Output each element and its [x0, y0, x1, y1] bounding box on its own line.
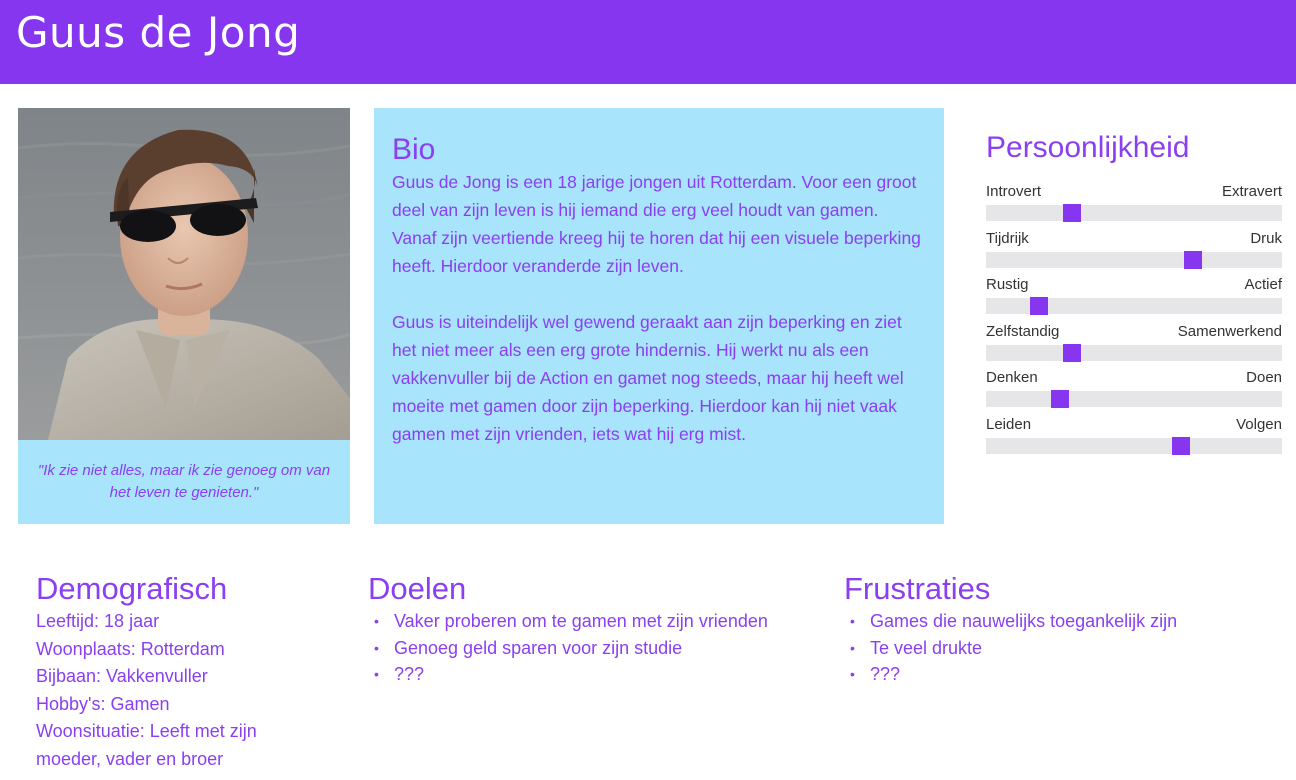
frustration-item: Te veel drukte [844, 635, 1284, 662]
trait-slider: Introvert Extravert [986, 182, 1282, 229]
goals-section: Doelen Vaker proberen om te gamen met zi… [368, 570, 838, 688]
demographic-line: Woonsituatie: Leeft met zijn [36, 721, 257, 741]
trait-right-label: Doen [1246, 369, 1282, 386]
trait-marker [1062, 343, 1081, 362]
trait-slider: Denken Doen [986, 368, 1282, 415]
trait-marker [1062, 204, 1081, 222]
trait-marker [1030, 297, 1049, 315]
demographic-line: Woonplaats: Rotterdam [36, 638, 225, 659]
personality-panel: Persoonlijkheid Introvert Extravert Tijdri… [986, 128, 1282, 461]
trait-slider: Leiden Volgen [986, 415, 1282, 462]
bio-paragraph: Guus is uiteindelijk wel gewend geraakt … [392, 312, 904, 444]
trait-left-label: Leiden [986, 415, 1032, 433]
bio-heading: Bio [392, 133, 436, 166]
trait-track [986, 436, 1282, 455]
photo-card: "Ik zie niet alles, maar ik zie genoeg o… [18, 108, 350, 524]
trait-track [986, 297, 1282, 315]
trait-left-label: Introvert [986, 183, 1042, 200]
frustrations-section: Frustraties Games die nauwelijks toegank… [844, 570, 1284, 688]
trait-labels: Leiden Volgen [986, 415, 1282, 435]
trait-right-label: Volgen [1236, 415, 1282, 433]
goals-list: Vaker proberen om te gamen met zijn vrie… [368, 608, 838, 688]
trait-left-label: Rustig [986, 276, 1029, 293]
trait-marker [1184, 250, 1203, 269]
trait-labels: Tijdrijk Druk [986, 229, 1282, 249]
trait-left-label: Tijdrijk [986, 229, 1029, 247]
frustrations-heading: Frustraties [844, 571, 991, 606]
trait-labels: Denken Doen [986, 368, 1282, 388]
persona-quote: "Ik zie niet alles, maar ik zie genoeg o… [37, 462, 331, 501]
demographic-line: moeder, vader en broer [36, 748, 224, 769]
bio-paragraph: Guus de Jong is een 18 jarige jongen uit… [392, 172, 921, 276]
trait-track [986, 343, 1282, 362]
goal-item: Vaker proberen om te gamen met zijn vrie… [368, 608, 838, 635]
trait-marker [1172, 436, 1191, 455]
trait-track [986, 390, 1282, 408]
demographic-line: Hobby's: Gamen [36, 693, 170, 714]
demographic-line: Bijbaan: Vakkenvuller [36, 666, 208, 686]
goal-item: ??? [368, 661, 838, 688]
demographics-heading: Demografisch [36, 571, 228, 606]
trait-right-label: Samenwerkend [1177, 322, 1282, 340]
bio-text: Guus de Jong is een 18 jarige jongen uit… [392, 168, 926, 448]
trait-slider: Tijdrijk Druk [986, 229, 1282, 276]
trait-labels: Introvert Extravert [986, 182, 1282, 202]
trait-marker [1051, 390, 1069, 408]
trait-left-label: Denken [986, 369, 1038, 386]
goals-heading: Doelen [368, 571, 467, 606]
persona-portrait-image [18, 108, 350, 440]
bio-card: Bio Guus de Jong is een 18 jarige jongen… [374, 108, 944, 524]
goal-item: Genoeg geld sparen voor zijn studie [368, 635, 838, 662]
header-bar: Guus de Jong [0, 0, 1296, 84]
frustration-item: ??? [844, 661, 1284, 688]
trait-track [986, 204, 1282, 222]
trait-slider: Rustig Actief [986, 275, 1282, 322]
persona-photo [18, 108, 350, 440]
demographics-section: Demografisch Leeftijd: 18 jaar Woonplaat… [36, 570, 336, 773]
page-title: Guus de Jong [16, 8, 301, 57]
trait-left-label: Zelfstandig [986, 322, 1060, 340]
trait-labels: Rustig Actief [986, 275, 1282, 295]
trait-track [986, 250, 1282, 269]
frustration-item: Games die nauwelijks toegankelijk zijn [844, 608, 1284, 635]
personality-heading: Persoonlijkheid [986, 131, 1190, 164]
trait-labels: Zelfstandig Samenwerkend [986, 322, 1282, 342]
trait-slider: Zelfstandig Samenwerkend [986, 322, 1282, 369]
demographic-line: Leeftijd: 18 jaar [36, 611, 160, 631]
trait-right-label: Actief [1244, 276, 1282, 293]
trait-right-label: Druk [1250, 229, 1282, 247]
frustrations-list: Games die nauwelijks toegankelijk zijn T… [844, 608, 1284, 688]
trait-right-label: Extravert [1221, 183, 1282, 200]
